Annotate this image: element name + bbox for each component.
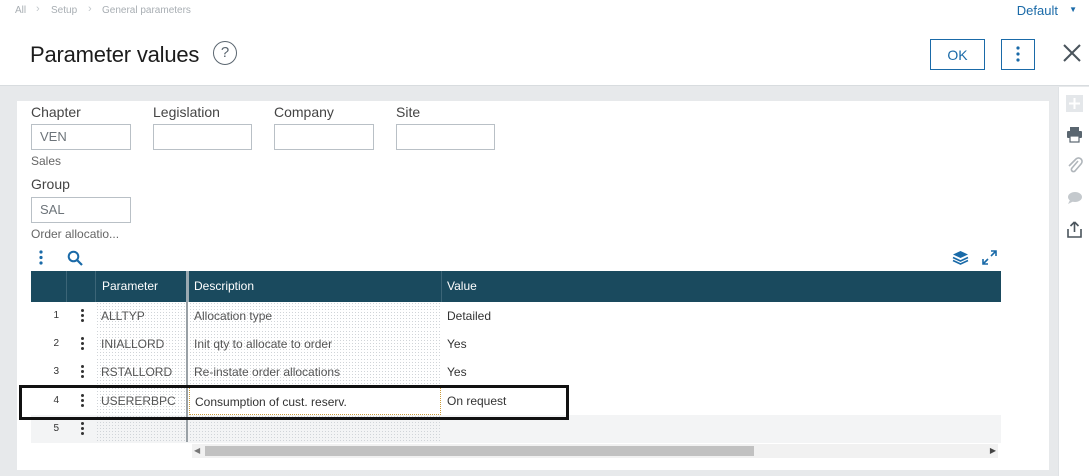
column-header-description[interactable]: Description (188, 271, 441, 302)
more-actions-button[interactable] (1001, 39, 1035, 70)
horizontal-scrollbar[interactable]: ◀ ▶ (192, 444, 998, 458)
close-icon[interactable] (1060, 39, 1084, 67)
group-field[interactable]: SAL (31, 197, 131, 223)
column-header-value[interactable]: Value (441, 271, 1001, 302)
cell-value[interactable]: Yes (442, 330, 742, 358)
help-icon[interactable]: ? (213, 41, 237, 65)
breadcrumb-all[interactable]: All (15, 5, 26, 16)
breadcrumb-general-parameters[interactable]: General parameters (102, 5, 191, 16)
row-actions-icon[interactable] (79, 365, 85, 379)
search-icon[interactable] (67, 250, 83, 266)
row-actions-icon[interactable] (79, 422, 85, 436)
row-actions-icon[interactable] (79, 309, 85, 323)
grid-header: Parameter Description Value (31, 271, 1001, 302)
cell-description: Init qty to allocate to order (189, 330, 441, 358)
scroll-left-icon[interactable]: ◀ (194, 444, 200, 458)
table-row[interactable]: 1 ALLTYP Allocation type Detailed (31, 302, 1001, 330)
cell-parameter: RSTALLORD (96, 358, 186, 386)
layers-icon[interactable] (952, 250, 969, 265)
site-label: Site (396, 104, 421, 120)
comment-icon[interactable] (1066, 189, 1083, 206)
table-row[interactable]: 2 INIALLORD Init qty to allocate to orde… (31, 330, 1001, 358)
site-field[interactable] (396, 124, 495, 150)
chapter-description: Sales (31, 154, 62, 168)
legislation-label: Legislation (153, 104, 220, 120)
right-toolbar (1058, 87, 1089, 476)
row-actions-icon[interactable] (79, 337, 85, 351)
row-number: 1 (53, 310, 59, 321)
scrollbar-thumb[interactable] (205, 446, 754, 456)
page-header: Parameter values ? OK (0, 22, 1089, 86)
cell-description: Re-instate order allocations (189, 358, 441, 386)
legislation-field[interactable] (153, 124, 252, 150)
cell-value[interactable]: Detailed (442, 302, 742, 330)
chevron-right-icon: › (88, 3, 92, 15)
chapter-label: Chapter (31, 104, 81, 120)
row-number: 2 (53, 338, 59, 349)
chevron-right-icon: › (36, 3, 40, 15)
chapter-field[interactable]: VEN (31, 124, 131, 150)
highlight-box (19, 385, 569, 420)
page-title: Parameter values (30, 42, 200, 67)
cell-parameter: ALLTYP (96, 302, 186, 330)
column-header-parameter[interactable]: Parameter (96, 271, 186, 302)
breadcrumb-setup[interactable]: Setup (51, 5, 77, 16)
table-row[interactable]: 3 RSTALLORD Re-instate order allocations… (31, 358, 1001, 386)
print-icon[interactable] (1066, 126, 1083, 143)
share-icon[interactable] (1066, 221, 1083, 238)
top-bar: All › Setup › General parameters Default… (0, 0, 1089, 22)
row-number: 3 (53, 366, 59, 377)
cell-value[interactable]: Yes (442, 358, 742, 386)
scroll-right-icon[interactable]: ▶ (990, 444, 996, 458)
company-field[interactable] (274, 124, 374, 150)
folder-selector[interactable]: Default (1017, 3, 1058, 18)
caret-down-icon[interactable]: ▼ (1069, 5, 1077, 14)
attachment-icon[interactable] (1066, 157, 1083, 174)
ok-button[interactable]: OK (930, 39, 985, 70)
group-description: Order allocatio... (31, 227, 120, 241)
expand-icon[interactable] (982, 250, 997, 265)
frozen-column-divider[interactable] (186, 302, 188, 442)
group-label: Group (31, 176, 70, 192)
company-label: Company (274, 104, 334, 120)
add-icon[interactable] (1066, 95, 1083, 112)
cell-parameter: INIALLORD (96, 330, 186, 358)
cell-description: Allocation type (189, 302, 441, 330)
more-vertical-icon (1016, 46, 1020, 62)
grid-more-vertical-icon[interactable] (37, 250, 45, 265)
